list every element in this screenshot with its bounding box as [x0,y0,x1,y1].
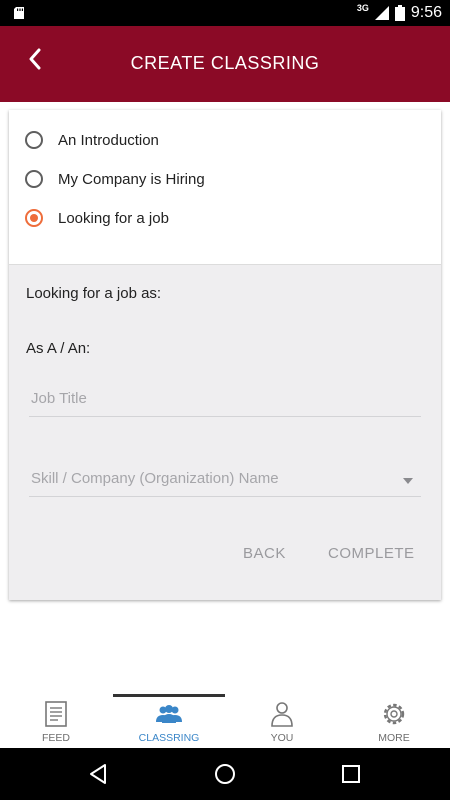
group-icon [156,705,182,723]
nav-label: YOU [270,732,294,744]
back-triangle-icon[interactable] [86,762,110,786]
nav-label: MORE [378,732,410,744]
home-circle-icon[interactable] [213,762,237,786]
job-title-placeholder: Job Title [31,390,87,407]
sd-card-icon [14,7,24,19]
job-title-input[interactable]: Job Title [29,386,421,417]
radio-company-hiring[interactable] [25,170,43,188]
option-label: My Company is Hiring [58,170,205,188]
nav-more[interactable]: MORE [338,694,450,748]
back-text-button[interactable]: BACK [243,545,286,562]
system-nav-bar [0,748,450,800]
network-type: 3G [356,3,369,13]
battery-icon [394,5,405,21]
signal-icon [374,6,389,20]
app-bar: CREATE CLASSRING [0,26,450,102]
nav-classring[interactable]: CLASSRING [113,694,225,748]
option-label: Looking for a job [58,209,169,227]
option-introduction[interactable]: An Introduction [25,126,159,154]
recents-square-icon[interactable] [339,762,363,786]
option-looking-for-job[interactable]: Looking for a job [25,204,169,232]
nav-you[interactable]: YOU [226,694,338,748]
create-classring-card: An Introduction My Company is Hiring Loo… [9,110,441,600]
bottom-nav: FEED CLASSRING YOU MORE [0,694,450,748]
clock: 9:56 [410,4,442,21]
skill-company-placeholder: Skill / Company (Organization) Name [31,470,279,487]
feed-icon [45,701,67,727]
skill-company-select[interactable]: Skill / Company (Organization) Name [29,466,421,497]
as-label: As A / An: [26,340,91,357]
radio-introduction[interactable] [25,131,43,149]
radio-looking-for-job[interactable] [25,209,43,227]
nav-label: FEED [41,732,70,744]
complete-button[interactable]: COMPLETE [328,545,415,562]
option-label: An Introduction [58,131,159,149]
person-icon [271,702,293,727]
page-title: CREATE CLASSRING [130,53,320,73]
section-label: Looking for a job as: [26,285,162,302]
status-bar: 3G 9:56 [0,0,450,26]
option-company-hiring[interactable]: My Company is Hiring [25,165,205,193]
nav-label: CLASSRING [138,732,200,744]
nav-feed[interactable]: FEED [0,694,112,748]
dropdown-arrow-icon [403,478,413,484]
post-type-options: An Introduction My Company is Hiring Loo… [9,110,441,265]
gear-icon [383,703,405,725]
